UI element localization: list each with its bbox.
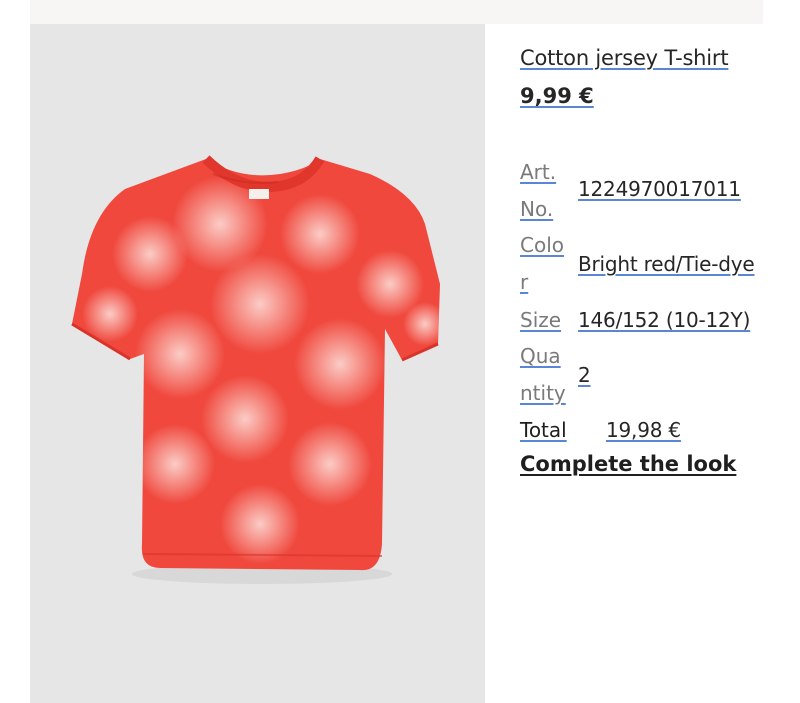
tie-dye-tshirt-icon [71,155,440,584]
complete-the-look-link[interactable]: Complete the look [520,452,736,476]
art-number-label: Art. No. [520,160,557,221]
color-label: Colo r [520,233,564,294]
size-value[interactable]: 146/152 (10-12Y) [578,308,750,332]
product-price[interactable]: 9,99 € [520,84,594,108]
size-label: Size [520,308,562,332]
product-image[interactable] [30,24,485,703]
top-banner [30,0,763,24]
total-label: Total [520,418,567,442]
art-number-value[interactable]: 1224970017011 [578,177,741,201]
total-value[interactable]: 19,98 € [606,418,681,442]
quantity-label: Qua ntity [520,344,566,405]
color-value[interactable]: Bright red/Tie-dye [578,252,755,276]
quantity-value[interactable]: 2 [578,363,591,387]
product-title-link[interactable]: Cotton jersey T-shirt [520,46,729,70]
